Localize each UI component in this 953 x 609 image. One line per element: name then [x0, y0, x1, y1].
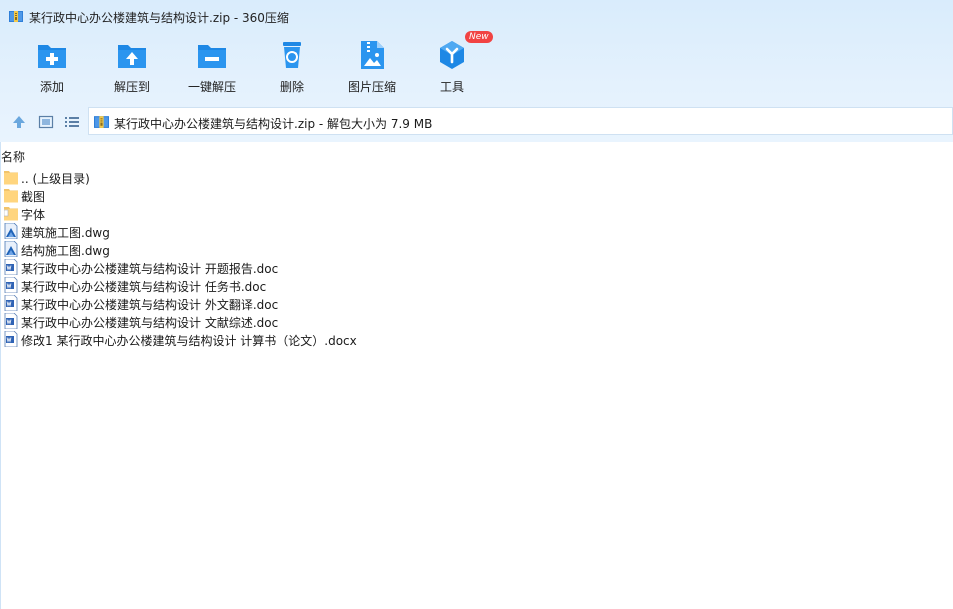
column-header-name[interactable]: 名称 [1, 148, 25, 165]
extract-to-button[interactable]: 解压到 [92, 36, 172, 98]
file-name: 某行政中心办公楼建筑与结构设计 外文翻译.doc [21, 298, 279, 312]
word-document-icon [4, 312, 18, 330]
dwg-file-icon [4, 222, 18, 240]
add-button[interactable]: 添加 [12, 36, 92, 98]
list-item[interactable]: 结构施工图.dwg [2, 240, 702, 258]
file-name: .. (上级目录) [21, 172, 90, 186]
file-name: 截图 [21, 190, 46, 204]
tools-icon [440, 41, 464, 69]
up-level-icon[interactable] [11, 114, 27, 130]
dwg-file-icon [4, 240, 18, 258]
image-compress-label: 图片压缩 [347, 80, 396, 94]
one-click-extract-label: 一键解压 [187, 80, 236, 94]
file-name: 某行政中心办公楼建筑与结构设计 文献综述.doc [21, 316, 279, 330]
delete-label: 删除 [279, 80, 304, 94]
list-item[interactable]: 某行政中心办公楼建筑与结构设计 文献综述.doc [2, 312, 702, 330]
toolbar: 添加 解压到 一键解压 删除 图片压缩 New 工具 [0, 31, 520, 100]
list-item[interactable]: 字体 [2, 204, 702, 222]
list-item[interactable]: 截图 [2, 186, 702, 204]
word-document-icon [4, 330, 18, 348]
window-chrome: 某行政中心办公楼建筑与结构设计.zip - 360压缩 添加 解压到 一键解压 … [0, 0, 953, 142]
tools-button[interactable]: New 工具 [412, 31, 493, 98]
title-bar: 某行政中心办公楼建筑与结构设计.zip - 360压缩 [0, 0, 953, 34]
thumbnail-view-icon[interactable] [38, 114, 54, 130]
list-view-icon[interactable] [64, 114, 80, 130]
list-item[interactable]: 建筑施工图.dwg [2, 222, 702, 240]
file-name: 结构施工图.dwg [21, 244, 110, 258]
list-item[interactable]: 某行政中心办公楼建筑与结构设计 开题报告.doc [2, 258, 702, 276]
delete-button[interactable]: 删除 [252, 36, 332, 98]
tools-label: 工具 [439, 80, 464, 94]
list-left-border [0, 142, 1, 609]
file-list: 名称 .. (上级目录) 截图字体建筑施工图.dwg 结构施工图.dwg 某行政中心办… [0, 142, 953, 609]
image-compress-icon [361, 41, 384, 69]
word-document-icon [4, 258, 18, 276]
window-title: 某行政中心办公楼建筑与结构设计.zip - 360压缩 [29, 11, 289, 25]
extract-to-icon [118, 45, 146, 68]
zip-archive-icon [9, 11, 23, 22]
folder-icon [4, 187, 18, 203]
list-item[interactable]: .. (上级目录) [2, 168, 702, 186]
one-click-extract-button[interactable]: 一键解压 [172, 36, 252, 98]
list-item[interactable]: 某行政中心办公楼建筑与结构设计 外文翻译.doc [2, 294, 702, 312]
file-name: 某行政中心办公楼建筑与结构设计 开题报告.doc [21, 262, 279, 276]
folder-icon [4, 169, 18, 185]
file-rows: .. (上级目录) 截图字体建筑施工图.dwg 结构施工图.dwg 某行政中心办公楼建… [2, 168, 702, 348]
file-name: 建筑施工图.dwg [21, 226, 110, 240]
delete-icon [283, 42, 301, 68]
address-bar[interactable]: 某行政中心办公楼建筑与结构设计.zip - 解包大小为 7.9 MB [88, 107, 953, 135]
list-item[interactable]: 修改1 某行政中心办公楼建筑与结构设计 计算书（论文）.docx [2, 330, 702, 348]
file-name: 某行政中心办公楼建筑与结构设计 任务书.doc [21, 280, 267, 294]
add-folder-icon [38, 45, 66, 68]
file-name: 修改1 某行政中心办公楼建筑与结构设计 计算书（论文）.docx [21, 334, 357, 348]
zip-archive-icon [94, 116, 109, 128]
word-document-icon [4, 294, 18, 312]
list-item[interactable]: 某行政中心办公楼建筑与结构设计 任务书.doc [2, 276, 702, 294]
one-click-extract-icon [198, 45, 226, 68]
extract-to-label: 解压到 [113, 80, 150, 94]
image-compress-button[interactable]: 图片压缩 [332, 36, 412, 98]
new-badge: New [465, 31, 493, 43]
navigation-bar: 某行政中心办公楼建筑与结构设计.zip - 解包大小为 7.9 MB [0, 106, 953, 136]
file-name: 字体 [21, 208, 46, 222]
word-document-icon [4, 276, 18, 294]
archive-path: 某行政中心办公楼建筑与结构设计.zip - 解包大小为 7.9 MB [114, 117, 433, 131]
folder-icon [3, 205, 18, 221]
add-label: 添加 [39, 80, 64, 94]
